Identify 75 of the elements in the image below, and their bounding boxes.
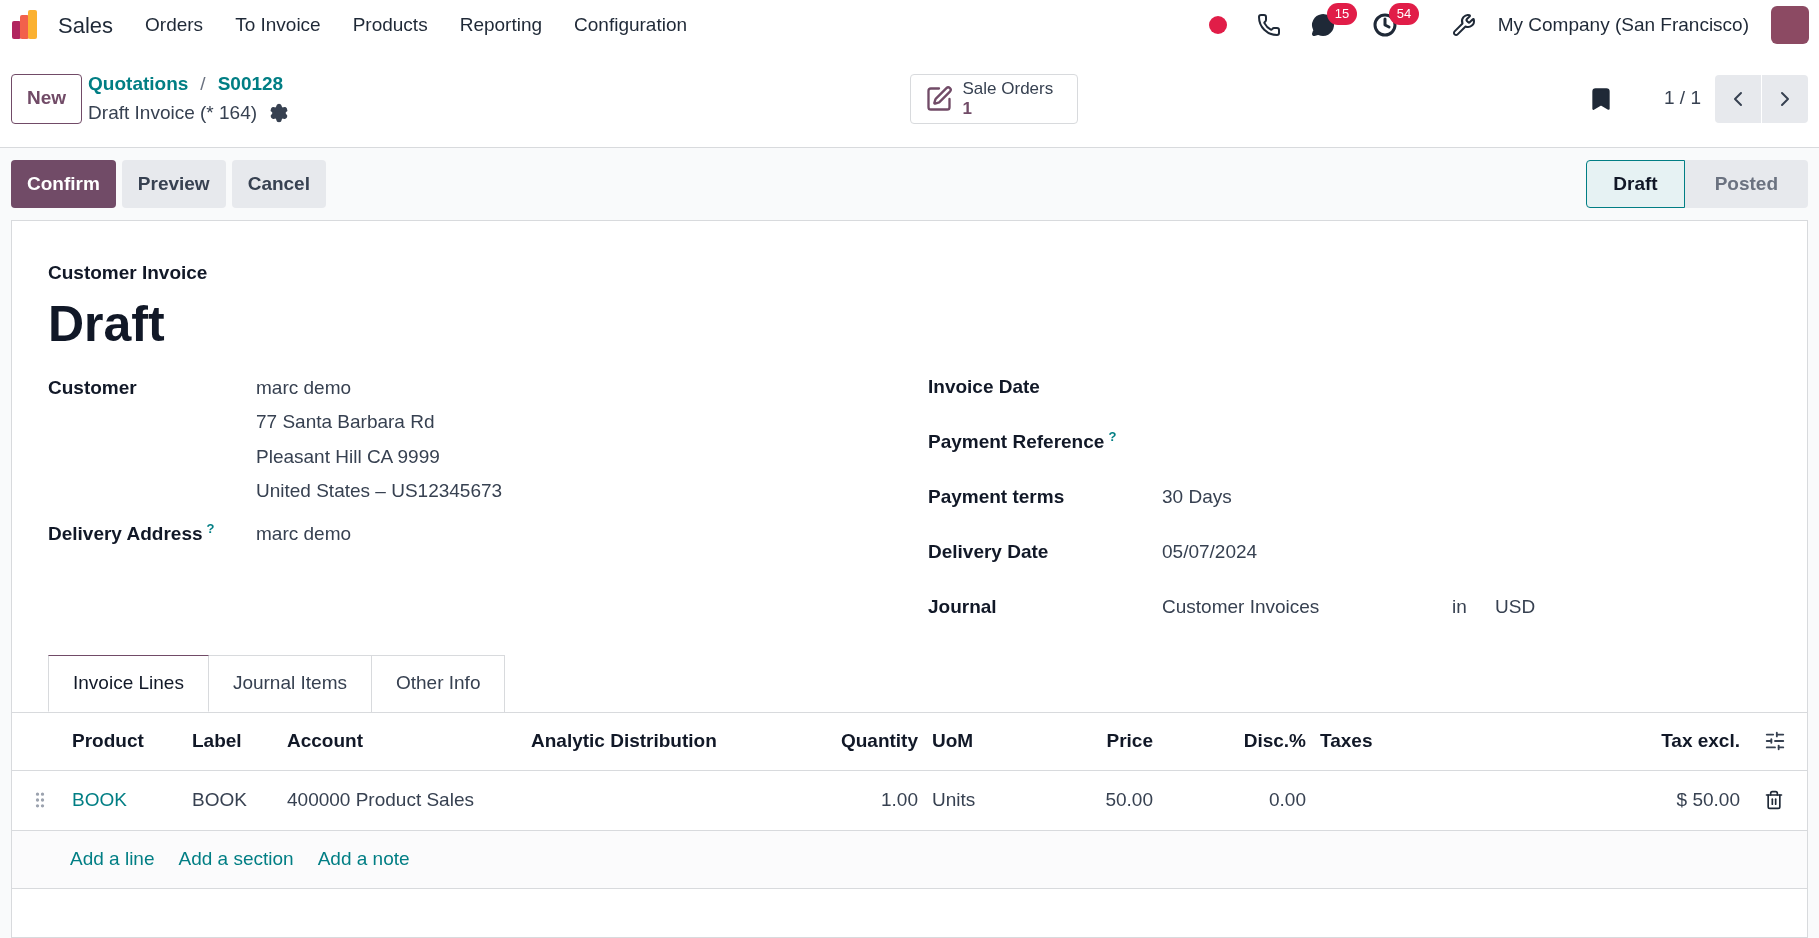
clock-icon[interactable]	[1372, 13, 1397, 37]
tab[interactable]: Other Info	[371, 654, 506, 712]
company-name[interactable]: My Company (San Francisco)	[1497, 10, 1749, 40]
menu-item[interactable]: Products	[352, 10, 428, 40]
field-value[interactable]: 77 Santa Barbara Rd	[256, 408, 503, 437]
action-button[interactable]: Preview	[121, 160, 226, 208]
table-cell-text: 1.00	[880, 787, 919, 812]
avatar[interactable]	[1771, 6, 1809, 44]
table-cell-text: 0.00	[1268, 787, 1307, 812]
field-value[interactable]: 30 Days	[1162, 482, 1452, 512]
status-step[interactable]: Posted	[1684, 160, 1808, 208]
column-header[interactable]: Account	[285, 726, 529, 756]
field-label: Delivery Address	[48, 522, 203, 544]
menu-item[interactable]: Configuration	[574, 10, 688, 40]
app-name[interactable]: Sales	[58, 8, 114, 42]
add-link[interactable]: Add a note	[317, 844, 410, 874]
table-cell-text: 50.00	[1104, 787, 1154, 812]
column-header[interactable]: Product	[70, 726, 190, 756]
add-link[interactable]: Add a line	[70, 844, 155, 874]
chat-icon[interactable]	[1310, 13, 1335, 37]
table-cell-text: Units	[931, 787, 977, 812]
field-label: Journal	[928, 595, 997, 617]
tab[interactable]: Journal Items	[208, 654, 372, 712]
field-value[interactable]: Pleasant Hill CA 9999	[256, 442, 503, 471]
delete-icon[interactable]	[1764, 790, 1784, 810]
edit-icon	[924, 84, 953, 113]
column-header[interactable]: Label	[190, 726, 285, 756]
phone-icon[interactable]	[1256, 13, 1281, 37]
help-mark[interactable]: ?	[206, 521, 215, 536]
field-label: Invoice Date	[928, 375, 1040, 397]
table-cell-text: 400000 Product Sales	[286, 787, 475, 812]
menu-item[interactable]: Reporting	[459, 10, 543, 40]
column-header[interactable]: Price	[1060, 726, 1165, 756]
activity-count-badge: 54	[1388, 3, 1420, 25]
field-value[interactable]: Customer Invoices	[1162, 592, 1452, 622]
table-cell-text: BOOK	[191, 787, 248, 812]
new-button[interactable]: New	[11, 73, 83, 124]
message-count-badge: 15	[1326, 3, 1358, 25]
pager-value: 1 / 1	[1664, 86, 1701, 111]
field-value[interactable]: 05/07/2024	[1162, 537, 1452, 567]
field-value[interactable]: USD	[1495, 592, 1538, 622]
action-button[interactable]: Cancel	[231, 160, 326, 208]
field-value[interactable]: in	[1452, 592, 1495, 622]
column-header[interactable]: UoM	[930, 726, 1060, 756]
column-header[interactable]: Analytic Distribution	[529, 726, 800, 756]
breadcrumb-separator: /	[200, 72, 206, 96]
field-label: Delivery Date	[928, 540, 1049, 562]
help-mark[interactable]: ?	[1108, 429, 1117, 445]
tab[interactable]: Invoice Lines	[48, 654, 209, 712]
table-cell-text: $ 50.00	[1675, 787, 1741, 812]
field-value[interactable]: marc demo	[256, 519, 352, 548]
menu-item[interactable]: Orders	[145, 10, 204, 40]
column-header[interactable]: Disc.%	[1165, 726, 1318, 756]
column-header[interactable]: Taxes	[1318, 726, 1483, 756]
field-value[interactable]: United States – US12345673	[256, 477, 503, 506]
settings-icon[interactable]	[269, 102, 290, 123]
invoice-title: Draft	[48, 294, 166, 354]
field-label: Payment Reference	[928, 430, 1105, 452]
record-name: Draft Invoice (* 164)	[88, 100, 258, 125]
breadcrumb-link[interactable]: Quotations	[88, 70, 189, 99]
breadcrumb-link[interactable]: S00128	[217, 70, 284, 99]
document-type: Customer Invoice	[48, 261, 209, 285]
sale-orders-button[interactable]: Sale Orders 1	[909, 73, 1078, 124]
column-header[interactable]: Quantity	[800, 726, 930, 756]
field-label: Customer	[48, 376, 137, 398]
column-settings-icon[interactable]	[1764, 730, 1786, 752]
field-label: Payment terms	[928, 485, 1065, 507]
action-button[interactable]: Confirm	[11, 160, 116, 208]
add-link[interactable]: Add a section	[178, 844, 294, 874]
tools-icon[interactable]	[1451, 13, 1476, 37]
table-cell[interactable]: BOOK	[70, 785, 190, 815]
column-header[interactable]: Tax excl.	[1483, 726, 1752, 756]
status-step[interactable]: Draft	[1586, 160, 1685, 208]
field-value[interactable]: marc demo	[256, 373, 503, 402]
menu-item[interactable]: To Invoice	[235, 10, 321, 40]
